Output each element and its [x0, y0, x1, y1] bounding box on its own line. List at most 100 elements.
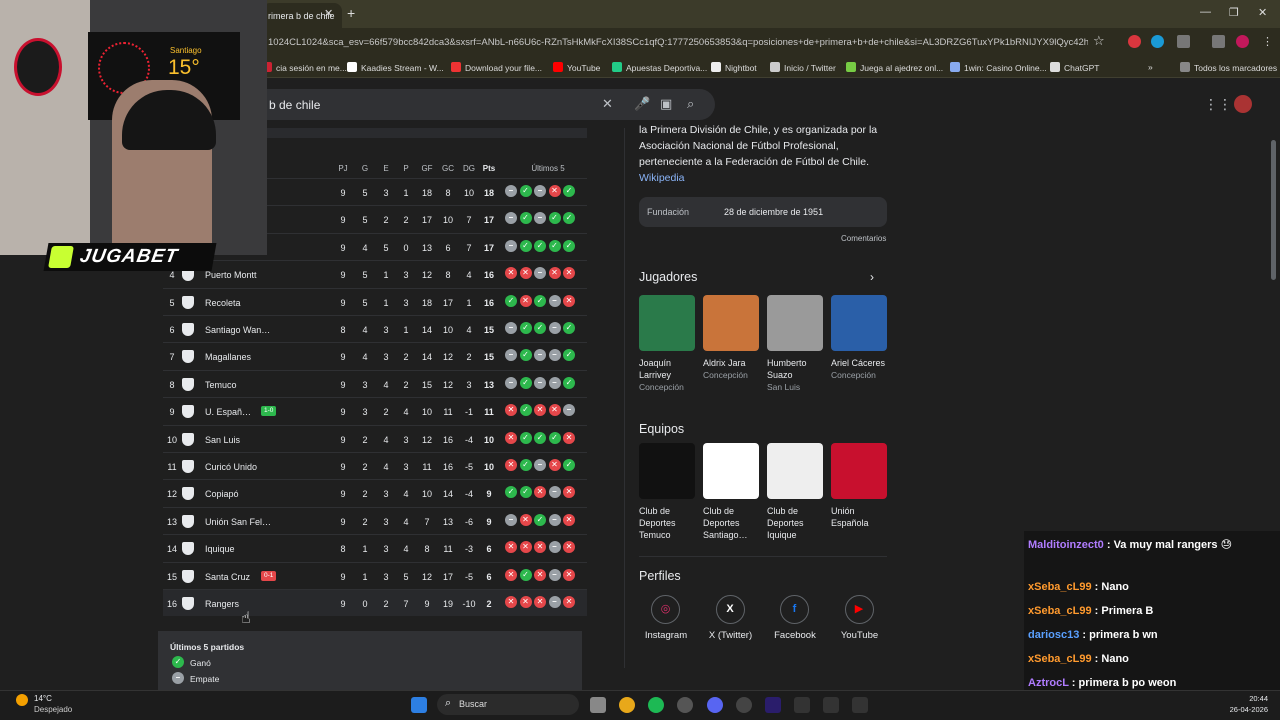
bookmark-item[interactable]: Juega al ajedrez onl...	[846, 62, 943, 73]
player-photo[interactable]	[831, 295, 887, 351]
draw-icon[interactable]: –	[534, 376, 546, 389]
app-icon[interactable]	[852, 697, 868, 713]
loss-icon[interactable]: ✕	[563, 294, 575, 307]
loss-icon[interactable]: ✕	[505, 541, 517, 554]
loss-icon[interactable]: ✕	[563, 267, 575, 280]
draw-icon[interactable]: –	[534, 459, 546, 471]
loss-icon[interactable]: ✕	[505, 459, 517, 471]
team-name[interactable]: Unión San Fel…	[205, 517, 271, 527]
win-icon[interactable]: ✓	[519, 431, 532, 444]
loss-icon[interactable]: ✕	[534, 596, 546, 608]
instagram-icon[interactable]: ◎	[651, 595, 680, 624]
draw-icon[interactable]: –	[505, 212, 517, 225]
loss-icon[interactable]: ✕	[505, 596, 517, 608]
win-icon[interactable]: ✓	[563, 239, 575, 252]
loss-icon[interactable]: ✕	[505, 568, 517, 581]
team-card-name[interactable]: Club de Deportes Iquique	[767, 505, 827, 541]
team-name[interactable]: Iquique	[205, 544, 235, 554]
win-icon[interactable]: ✓	[534, 294, 546, 307]
draw-icon[interactable]: –	[548, 513, 561, 526]
team-logo[interactable]	[639, 443, 695, 499]
win-icon[interactable]: ✓	[534, 239, 546, 252]
app-icon[interactable]	[794, 697, 810, 713]
loss-icon[interactable]: ✕	[563, 486, 575, 499]
more-bookmarks-icon[interactable]: »	[1148, 62, 1153, 72]
voice-search-icon[interactable]: 🎤	[634, 96, 650, 112]
table-row[interactable]: 6 Santiago Wan… 8 4 3 1 14 10 4 15– ✓ ✓ – ✓	[163, 315, 587, 342]
chrome-icon[interactable]	[619, 697, 635, 713]
table-row[interactable]: 12 Copiapó 9 2 3 4 10 14 -4 9 ✓ ✓ ✕ – ✕	[163, 479, 587, 506]
loss-icon[interactable]: ✕	[519, 267, 532, 280]
team-name[interactable]: Rangers	[205, 599, 239, 609]
win-icon[interactable]: ✓	[563, 376, 575, 389]
start-icon[interactable]	[411, 697, 427, 713]
profile-avatar[interactable]	[1236, 35, 1249, 48]
draw-icon[interactable]: –	[534, 212, 546, 225]
table-row[interactable]: 14 Iquique 8 1 3 4 8 11 -3 6 ✕ ✕ ✕ – ✕	[163, 534, 587, 561]
team-name[interactable]: Copiapó	[205, 489, 239, 499]
player-card[interactable]: Aldrix Jara Concepción	[703, 357, 763, 381]
draw-icon[interactable]: –	[505, 513, 517, 526]
loss-icon[interactable]: ✕	[534, 486, 546, 499]
youtube-icon[interactable]: ▶	[844, 595, 874, 624]
team-card-name[interactable]: Club de Deportes Santiago…	[703, 505, 763, 541]
menu-icon[interactable]: ⋮	[1262, 35, 1273, 48]
loss-icon[interactable]: ✕	[548, 267, 561, 280]
loss-icon[interactable]: ✕	[519, 294, 532, 307]
spotify-icon[interactable]	[648, 697, 664, 713]
draw-icon[interactable]: –	[563, 404, 575, 417]
win-icon[interactable]: ✓	[519, 185, 532, 197]
draw-icon[interactable]: –	[534, 349, 546, 362]
win-icon[interactable]: ✓	[519, 349, 532, 362]
win-icon[interactable]: ✓	[563, 349, 575, 362]
loss-icon[interactable]: ✕	[534, 568, 546, 581]
app-icon[interactable]	[823, 697, 839, 713]
facebook-icon[interactable]: f	[780, 595, 809, 624]
tab-close-icon[interactable]: ✕	[324, 7, 333, 20]
obs-icon[interactable]	[736, 697, 752, 713]
taskbar-search[interactable]: ⌕ Buscar	[437, 694, 579, 715]
bookmark-star-icon[interactable]: ☆	[1093, 33, 1105, 49]
extension-icon[interactable]	[1151, 35, 1164, 48]
win-icon[interactable]: ✓	[519, 239, 532, 252]
profile-label[interactable]: YouTube	[825, 630, 895, 641]
new-tab-icon[interactable]: +	[347, 5, 355, 21]
table-row[interactable]: 4 Puerto Montt 9 5 1 3 12 8 4 16 ✕ ✕ – ✕ ✕	[163, 260, 587, 287]
draw-icon[interactable]: –	[548, 376, 561, 389]
win-icon[interactable]: ✓	[519, 322, 532, 334]
loss-icon[interactable]: ✕	[548, 459, 561, 471]
loss-icon[interactable]: ✕	[563, 513, 575, 526]
premiere-icon[interactable]	[765, 697, 781, 713]
team-name[interactable]: Temuco	[205, 380, 237, 390]
draw-icon[interactable]: –	[548, 322, 561, 334]
team-name[interactable]: Santa Cruz	[205, 572, 250, 582]
team-card-name[interactable]: Unión Española	[831, 505, 891, 529]
draw-icon[interactable]: –	[534, 267, 546, 280]
draw-icon[interactable]: –	[548, 294, 561, 307]
table-row[interactable]: 9 U. Españ… 1-0 9 3 2 4 10 11 -1 11 ✕ ✓ ✕ ✕ –	[163, 397, 587, 424]
bookmark-item[interactable]: Apuestas Deportiva...	[612, 62, 707, 73]
win-icon[interactable]: ✓	[519, 404, 532, 417]
bookmark-item[interactable]: cia sesión en me...	[262, 62, 347, 73]
player-card[interactable]: Humberto Suazo San Luis	[767, 357, 827, 393]
win-icon[interactable]: ✓	[534, 431, 546, 444]
loss-icon[interactable]: ✕	[519, 513, 532, 526]
chat-username[interactable]: xSeba_cL99	[1028, 653, 1092, 665]
draw-icon[interactable]: –	[505, 376, 517, 389]
bookmark-item[interactable]: ChatGPT	[1050, 62, 1099, 73]
profile-label[interactable]: Facebook	[760, 630, 830, 641]
draw-icon[interactable]: –	[548, 349, 561, 362]
win-icon[interactable]: ✓	[563, 322, 575, 334]
win-icon[interactable]: ✓	[505, 486, 517, 499]
player-photo[interactable]	[639, 295, 695, 351]
table-row[interactable]: 5 Recoleta 9 5 1 3 18 17 1 16 ✓ ✕ ✓ – ✕	[163, 287, 587, 315]
team-name[interactable]: Curicó Unido	[205, 462, 257, 472]
team-name[interactable]: San Luis	[205, 435, 240, 445]
win-icon[interactable]: ✓	[534, 322, 546, 334]
draw-icon[interactable]: –	[505, 349, 517, 362]
player-card[interactable]: Joaquín Larrivey Concepción	[639, 357, 699, 393]
bookmark-item[interactable]: Kaadies Stream - W...	[347, 62, 444, 73]
weather-temp[interactable]: 14°C	[34, 694, 52, 703]
win-icon[interactable]: ✓	[548, 212, 561, 225]
chat-username[interactable]: xSeba_cL99	[1028, 581, 1092, 593]
